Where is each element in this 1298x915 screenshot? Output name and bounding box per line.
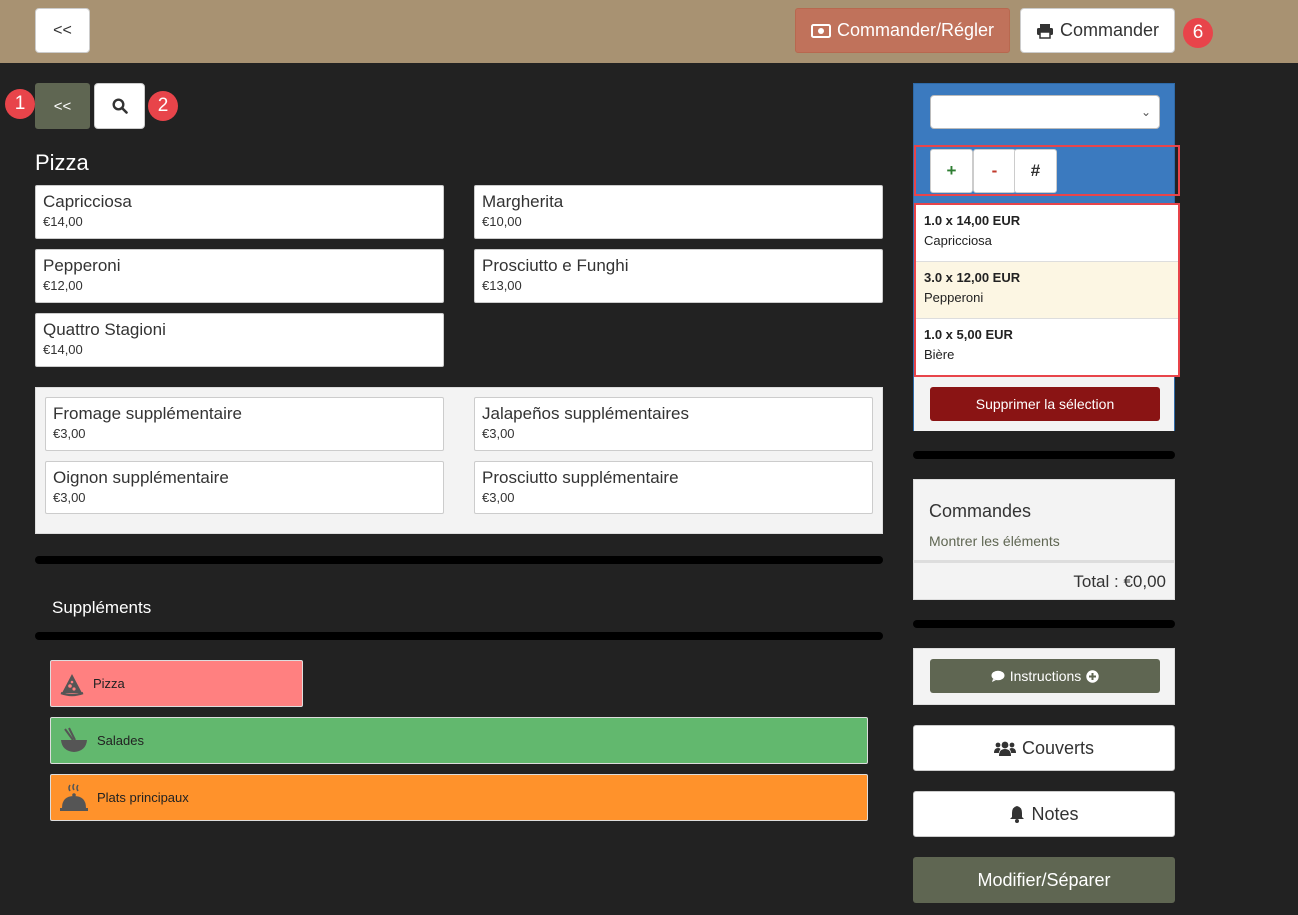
order-and-pay-label: Commander/Régler (836, 20, 995, 40)
instructions-group: Instructions (913, 648, 1175, 705)
product-name: Pepperoni (43, 256, 121, 275)
search-button[interactable] (94, 83, 145, 129)
divider (913, 620, 1175, 628)
orders-summary: Commandes Montrer les éléments Total : €… (913, 479, 1175, 600)
extra-name: Oignon supplémentaire (53, 468, 229, 487)
orders-total: Total : €0,00 (1073, 572, 1166, 591)
product-price: €12,00 (43, 278, 83, 293)
product-price: €10,00 (482, 214, 522, 229)
top-back-button[interactable]: << (35, 8, 90, 53)
extra-item[interactable]: Jalapeños supplémentaires €3,00 (474, 397, 873, 451)
order-line-quantity: 1.0 x 5,00 EUR (924, 327, 1013, 342)
category-button-plats[interactable]: Plats principaux (50, 774, 868, 821)
comment-icon (991, 670, 1005, 682)
divider (35, 632, 883, 640)
divider (35, 556, 883, 564)
instructions-label: Instructions (1009, 668, 1082, 684)
order-line[interactable]: 1.0 x 5,00 EUR Bière (916, 319, 1178, 376)
extra-name: Fromage supplémentaire (53, 404, 242, 423)
chevron-down-icon: ⌄ (1140, 105, 1151, 119)
notes-label: Notes (1031, 803, 1079, 824)
extra-item[interactable]: Prosciutto supplémentaire €3,00 (474, 461, 873, 514)
product-item[interactable]: Prosciutto e Funghi €13,00 (474, 249, 883, 303)
order-line-quantity: 1.0 x 14,00 EUR (924, 213, 1021, 228)
order-lines: 1.0 x 14,00 EUR Capricciosa 3.0 x 12,00 … (914, 203, 1180, 377)
decrease-quantity-button[interactable]: - (973, 149, 1016, 193)
delete-selection-button[interactable]: Supprimer la sélection (930, 387, 1160, 421)
product-item[interactable]: Capricciosa €14,00 (35, 185, 444, 239)
supplements-title: Suppléments (52, 598, 152, 617)
marker-2: 2 (148, 91, 178, 121)
product-price: €14,00 (43, 214, 83, 229)
instructions-button[interactable]: Instructions (930, 659, 1160, 693)
extra-name: Prosciutto supplémentaire (482, 468, 679, 487)
category-title: Pizza (35, 150, 89, 175)
marker-6: 6 (1183, 18, 1213, 48)
order-button[interactable]: Commander (1020, 8, 1175, 53)
increase-quantity-button[interactable]: + (930, 149, 973, 193)
show-items-link[interactable]: Montrer les éléments (929, 533, 1060, 549)
order-line[interactable]: 1.0 x 14,00 EUR Capricciosa (916, 205, 1178, 262)
extra-item[interactable]: Oignon supplémentaire €3,00 (45, 461, 444, 514)
set-quantity-button[interactable]: # (1014, 149, 1057, 193)
notes-button[interactable]: Notes (913, 791, 1175, 837)
search-icon (111, 98, 128, 114)
category-label: Plats principaux (97, 790, 189, 805)
cloche-icon (60, 783, 88, 811)
category-button-pizza[interactable]: Pizza (50, 660, 303, 707)
extra-price: €3,00 (482, 490, 515, 505)
divider (913, 451, 1175, 459)
order-line-selected[interactable]: 3.0 x 12,00 EUR Pepperoni (916, 262, 1178, 319)
product-item[interactable]: Margherita €10,00 (474, 185, 883, 239)
money-icon (810, 23, 831, 38)
bell-icon (1010, 806, 1025, 823)
table-select[interactable]: ⌄ (930, 95, 1160, 129)
product-price: €14,00 (43, 342, 83, 357)
product-price: €13,00 (482, 278, 522, 293)
category-button-salades[interactable]: Salades (50, 717, 868, 764)
printer-icon (1036, 23, 1053, 39)
extra-price: €3,00 (53, 490, 86, 505)
marker-1: 1 (5, 89, 35, 119)
order-label: Commander (1059, 20, 1160, 40)
order-line-name: Capricciosa (924, 233, 992, 248)
order-line-name: Bière (924, 347, 955, 362)
extra-price: €3,00 (53, 426, 86, 441)
modify-split-button[interactable]: Modifier/Séparer (913, 857, 1175, 903)
category-label: Salades (97, 733, 144, 748)
plus-circle-icon (1086, 669, 1099, 683)
pizza-icon (60, 673, 84, 696)
orders-separator (914, 560, 1174, 563)
order-line-name: Pepperoni (924, 290, 984, 305)
order-and-pay-button[interactable]: Commander/Régler (795, 8, 1010, 53)
product-item[interactable]: Quattro Stagioni €14,00 (35, 313, 444, 367)
product-item[interactable]: Pepperoni €12,00 (35, 249, 444, 303)
couverts-button[interactable]: Couverts (913, 725, 1175, 771)
extra-name: Jalapeños supplémentaires (482, 404, 689, 423)
couverts-label: Couverts (1021, 737, 1095, 758)
order-line-quantity: 3.0 x 12,00 EUR (924, 270, 1021, 285)
category-label: Pizza (93, 676, 125, 691)
top-bar: << Commander/Régler Commander (0, 0, 1298, 63)
users-icon (993, 741, 1016, 756)
product-name: Margherita (482, 192, 564, 211)
product-name: Prosciutto e Funghi (482, 256, 629, 275)
order-panel: ⌄ + - # 1.0 x 14,00 EUR Capricciosa 3.0 … (913, 83, 1180, 431)
orders-title: Commandes (929, 501, 1032, 521)
extra-item[interactable]: Fromage supplémentaire €3,00 (45, 397, 444, 451)
product-name: Quattro Stagioni (43, 320, 166, 339)
product-name: Capricciosa (43, 192, 132, 211)
salad-bowl-icon (61, 727, 87, 752)
category-back-button[interactable]: << (35, 83, 90, 129)
extra-price: €3,00 (482, 426, 515, 441)
